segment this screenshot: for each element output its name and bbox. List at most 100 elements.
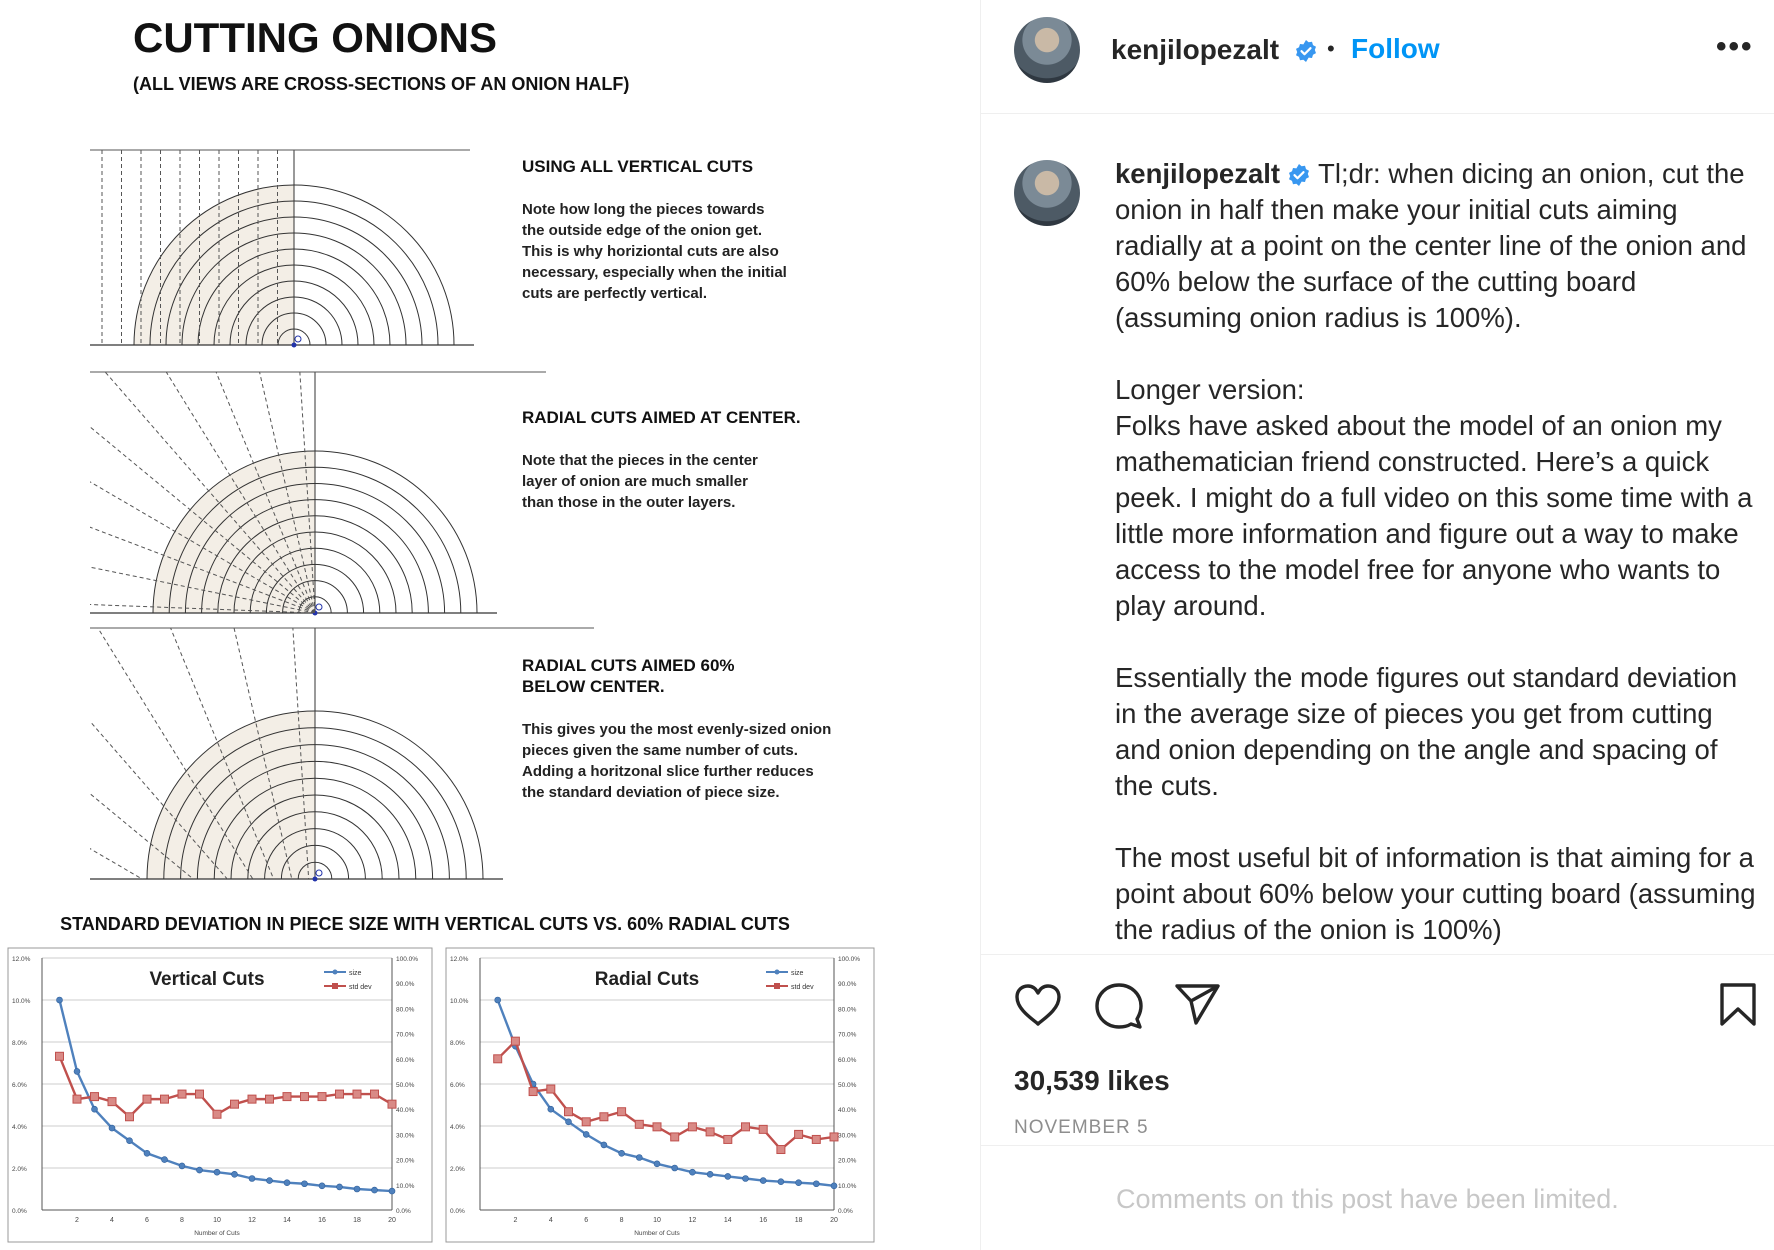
data-point — [247, 1094, 257, 1104]
share-icon[interactable] — [1174, 983, 1222, 1027]
data-point — [301, 1180, 308, 1188]
verified-badge-icon — [1289, 164, 1310, 186]
data-point — [371, 1186, 378, 1194]
legend-marker — [774, 969, 780, 975]
post-date[interactable]: NOVEMBER 5 — [1014, 1117, 1149, 1139]
data-point — [493, 1054, 503, 1064]
y2-tick-label: 70.0% — [838, 1032, 857, 1039]
legend-marker — [332, 983, 338, 989]
likes-count[interactable]: 30,539 likes — [1014, 1065, 1170, 1097]
origin-marker — [294, 335, 302, 343]
data-point — [90, 1092, 99, 1102]
data-point — [758, 1124, 768, 1134]
chart-title: Radial Cuts — [595, 969, 700, 990]
onion-fill — [147, 711, 315, 879]
charts-heading: STANDARD DEVIATION IN PIECE SIZE WITH VE… — [60, 914, 790, 934]
data-point — [706, 1171, 714, 1178]
data-point — [795, 1179, 802, 1186]
data-point — [528, 1087, 538, 1097]
avatar[interactable] — [1014, 17, 1080, 83]
caption-avatar[interactable] — [1014, 160, 1080, 226]
data-point — [248, 1175, 256, 1182]
x-tick-label: 8 — [620, 1217, 624, 1224]
data-point — [635, 1154, 643, 1161]
y-tick-label: 12.0% — [450, 956, 469, 963]
x-tick-label: 4 — [549, 1217, 553, 1224]
y-tick-label: 6.0% — [450, 1082, 465, 1089]
data-point — [634, 1119, 644, 1129]
onion-fill — [153, 451, 315, 613]
x-tick-label: 8 — [180, 1217, 184, 1224]
bookmark-icon[interactable] — [1718, 982, 1758, 1028]
y-tick-label: 2.0% — [12, 1166, 27, 1173]
onion-diagrams — [90, 149, 594, 882]
y2-tick-label: 80.0% — [396, 1006, 415, 1013]
data-point — [794, 1129, 804, 1139]
data-point — [335, 1089, 344, 1099]
y2-tick-label: 50.0% — [396, 1082, 415, 1089]
data-point — [353, 1185, 361, 1193]
panel-body-line: layer of onion are much smaller — [522, 473, 748, 490]
legend-label: size — [791, 970, 804, 977]
more-options-icon[interactable]: ••• — [1716, 30, 1754, 64]
onion-diagram — [90, 149, 474, 348]
y2-tick-label: 80.0% — [838, 1006, 857, 1013]
charts-area: 0.0% 2.0% 4.0% 6.0% 8.0% 10.0% 12.0% 0.0% 10.0% 2… — [7, 947, 875, 1243]
caption-username[interactable]: kenjilopezalt — [1115, 158, 1280, 189]
y2-tick-label: 10.0% — [396, 1183, 415, 1190]
verified-badge-icon — [1296, 40, 1316, 62]
center-point — [291, 342, 297, 348]
heart-icon[interactable] — [1014, 983, 1062, 1027]
data-point — [317, 1092, 327, 1102]
y-tick-label: 4.0% — [450, 1124, 465, 1131]
x-tick-label: 16 — [318, 1217, 326, 1224]
data-point — [724, 1173, 732, 1180]
data-point — [723, 1134, 733, 1144]
y2-tick-label: 10.0% — [838, 1183, 857, 1190]
post-caption: kenjilopezalt Tl;dr: when dicing an onion… — [1115, 156, 1760, 946]
y2-tick-label: 100.0% — [838, 956, 860, 963]
panel-body-line: pieces given the same number of cuts. — [522, 742, 798, 759]
panel-heading: RADIAL CUTS AIMED AT CENTER. — [522, 408, 801, 427]
legend-label: std dev — [349, 984, 372, 991]
y2-tick-label: 0.0% — [838, 1208, 853, 1215]
data-point — [565, 1118, 572, 1126]
y-tick-label: 12.0% — [12, 956, 31, 963]
data-point — [178, 1162, 186, 1170]
caption-paragraph: Longer version: Folks have asked about t… — [1115, 374, 1753, 621]
data-point — [177, 1089, 187, 1099]
data-point — [196, 1166, 203, 1174]
y2-tick-label: 60.0% — [396, 1057, 415, 1064]
x-tick-label: 16 — [759, 1217, 767, 1224]
data-point — [652, 1122, 662, 1132]
data-point — [143, 1150, 151, 1157]
data-point — [126, 1137, 133, 1144]
data-point — [671, 1164, 679, 1172]
onion-infographic: CUTTING ONIONS (ALL VIEWS ARE CROSS-SECT… — [7, 14, 875, 1243]
data-point — [547, 1105, 555, 1113]
data-point — [195, 1089, 204, 1099]
x-tick-label: 18 — [353, 1217, 361, 1224]
data-point — [161, 1156, 168, 1163]
data-point — [546, 1084, 556, 1094]
chart-frame — [445, 947, 875, 1243]
y-tick-label: 0.0% — [450, 1208, 465, 1215]
post-header: kenjilopezalt • Follow ••• — [981, 0, 1774, 114]
post-actions: 30,539 likes NOVEMBER 5 Comments on this… — [981, 954, 1774, 1238]
y2-tick-label: 30.0% — [838, 1132, 857, 1139]
x-tick-label: 10 — [213, 1217, 221, 1224]
data-point — [759, 1177, 767, 1184]
panel-body-line: necessary, especially when the initial — [522, 264, 787, 281]
center-point — [312, 876, 318, 882]
x-tick-label: 10 — [653, 1217, 661, 1224]
follow-button[interactable]: Follow — [1351, 33, 1440, 65]
data-point — [742, 1175, 749, 1182]
y2-tick-label: 20.0% — [396, 1158, 415, 1165]
comment-icon[interactable] — [1095, 982, 1143, 1030]
y2-tick-label: 70.0% — [396, 1032, 415, 1039]
header-username[interactable]: kenjilopezalt — [1111, 34, 1279, 66]
data-point — [617, 1107, 627, 1117]
y-tick-label: 2.0% — [450, 1166, 465, 1173]
legend-label: std dev — [791, 984, 814, 991]
y-tick-label: 10.0% — [12, 998, 31, 1005]
